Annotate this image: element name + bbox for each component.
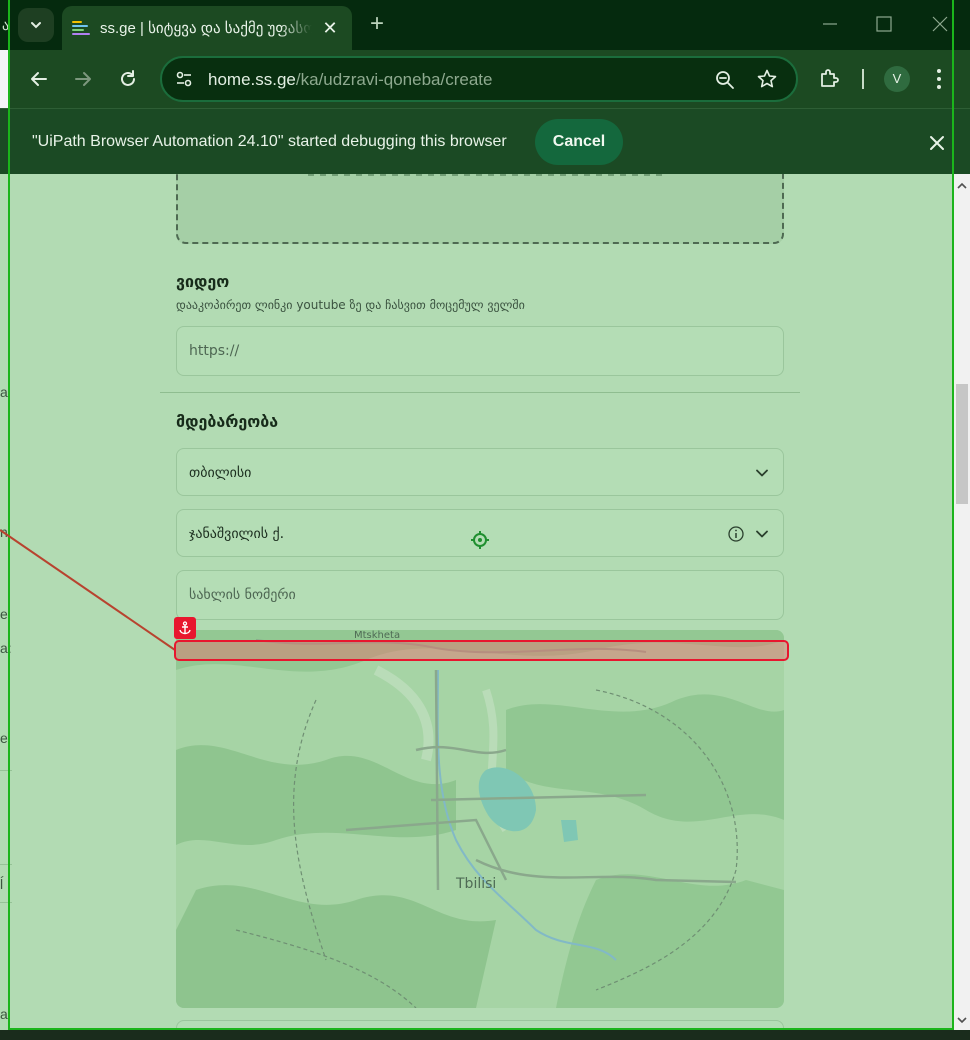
video-url-input[interactable]: https:// [176,326,784,376]
tab-search-button[interactable] [18,8,54,42]
section-divider [160,392,800,393]
tab-close-icon[interactable]: ✕ [320,18,340,39]
arrow-right-icon [75,72,91,86]
house-number-input[interactable]: სახლის ნომერი [176,570,784,620]
peek-text: ĺ [0,876,4,892]
infobar-close-icon[interactable] [926,132,948,154]
house-number-placeholder: სახლის ნომერი [189,587,296,603]
ssge-favicon-icon [72,21,90,35]
bookmark-star-icon[interactable] [756,68,778,90]
toolbar-separator [862,69,864,89]
debugging-infobar: "UiPath Browser Automation 24.10" starte… [0,108,970,174]
location-section-title: მდებარეობა [176,412,279,431]
anchor-connector-line [0,529,176,651]
chevron-down-icon [756,469,768,477]
scroll-down-arrow-icon[interactable] [954,1014,970,1026]
chevron-down-icon [756,530,768,538]
video-section-title: ვიდეო [176,272,230,291]
page-scrollbar[interactable] [954,174,970,1030]
peek-divider [0,864,12,865]
url-text: home.ss.ge/ka/udzravi-qoneba/create [208,70,492,90]
cancel-debugging-button[interactable]: Cancel [535,119,623,165]
active-tab[interactable]: ss.ge | სიტყვა და საქმე უფასოა ✕ [62,6,352,50]
crosshair-target-icon [471,531,489,549]
location-map[interactable]: Mtskheta Tbilisi [176,630,784,1008]
street-select-value: ჯანაშვილის ქ. [189,526,285,542]
url-path: /ka/udzravi-qoneba/create [295,70,493,89]
tab-title: ss.ge | სიტყვა და საქმე უფასოა [100,20,312,37]
minimize-icon[interactable] [820,14,840,34]
info-circle-icon[interactable] [727,525,745,543]
listing-form: ვიდეო დააკოპირეთ ლინკი youtube ზე და ჩას… [160,174,800,1040]
infobar-message: "UiPath Browser Automation 24.10" starte… [32,133,507,150]
photo-upload-dropzone[interactable] [176,174,784,244]
maximize-icon[interactable] [874,14,894,34]
video-hint: დააკოპირეთ ლინკი youtube ზე და ჩასვით მო… [176,298,525,312]
map-tiles [176,630,784,1008]
scroll-up-arrow-icon[interactable] [954,180,970,192]
back-button[interactable] [24,64,54,94]
new-tab-button[interactable]: + [364,12,390,38]
map-label-tbilisi: Tbilisi [456,876,497,892]
taskbar-edge [0,1030,970,1040]
address-bar[interactable]: home.ss.ge/ka/udzravi-qoneba/create [160,56,798,102]
forward-button[interactable] [68,64,98,94]
browser-toolbar: home.ss.ge/ka/udzravi-qoneba/create V [10,50,970,108]
city-select-value: თბილისი [189,465,252,481]
more-vertical-icon[interactable] [936,68,942,90]
previous-tab-edge[interactable]: ა [0,0,12,50]
city-select[interactable]: თბილისი [176,448,784,496]
window-close-icon[interactable] [930,14,950,34]
video-url-placeholder: https:// [189,343,240,359]
extensions-puzzle-icon[interactable] [818,66,842,90]
browser-window: ა ss.ge | სიტყვა და საქმე უფასოა ✕ + hom… [0,0,970,1040]
peek-divider [0,902,12,903]
url-host: home.ss.ge [208,70,296,89]
peek-text: al [0,1006,11,1022]
zoom-out-icon[interactable] [714,69,736,91]
target-element-highlight [174,640,789,661]
reload-icon [121,70,135,86]
chevron-down-icon [31,22,41,29]
scrollbar-thumb[interactable] [956,384,968,504]
reload-button[interactable] [113,64,143,94]
tab-strip: ა ss.ge | სიტყვა და საქმე უფასოა ✕ + [0,0,970,50]
peek-divider [0,770,12,771]
arrow-left-icon [31,72,47,86]
site-settings-icon[interactable] [174,69,194,89]
profile-avatar[interactable]: V [884,66,910,92]
peek-text: e [0,730,8,746]
dropzone-hint-text-cut [308,174,668,176]
anchor-icon [174,617,196,639]
peek-text: ai [0,384,11,400]
